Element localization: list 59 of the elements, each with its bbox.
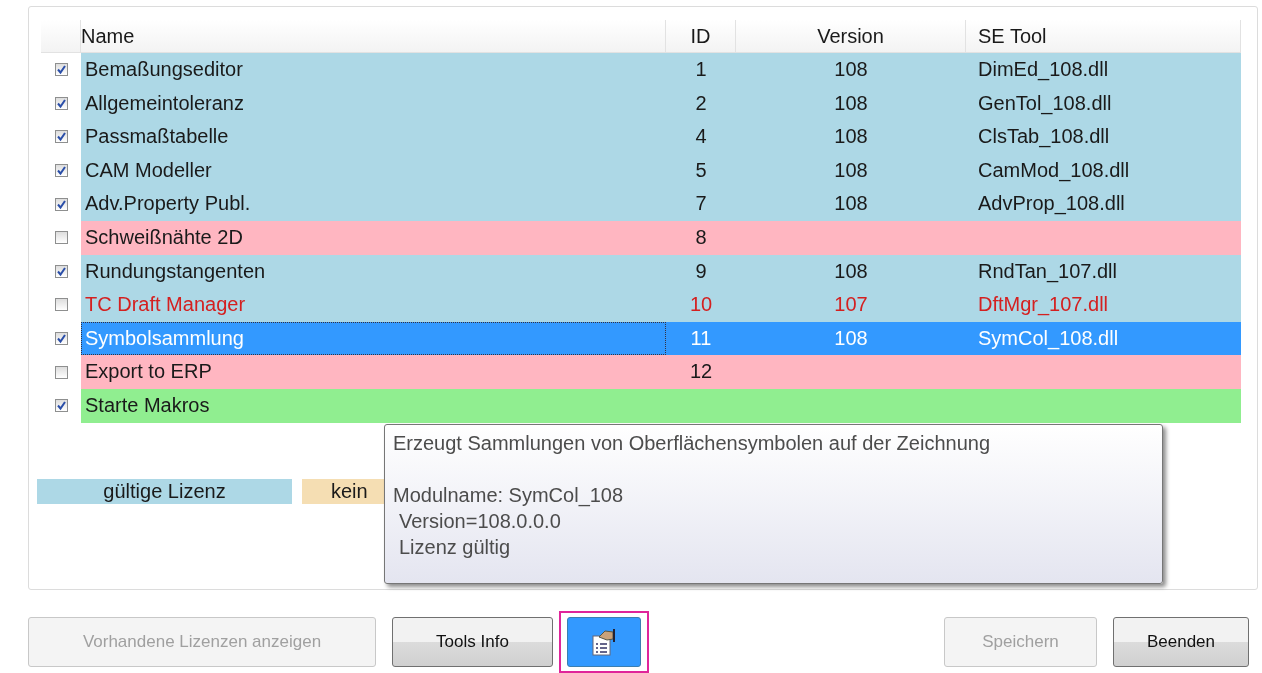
name-cell[interactable]: Rundungstangenten	[81, 254, 666, 289]
tool-cell: SymCol_108.dll	[966, 321, 1241, 356]
column-header[interactable]: Version	[736, 20, 966, 53]
tool-button[interactable]	[567, 617, 641, 667]
checkbox[interactable]	[54, 63, 68, 77]
action-button[interactable]: Beenden	[1113, 617, 1249, 667]
id-cell: 9	[666, 254, 736, 289]
checkbox[interactable]	[54, 164, 68, 178]
checkbox[interactable]	[54, 399, 68, 413]
id-cell: 5	[666, 153, 736, 188]
legend-swatch: gültige Lizenz	[37, 478, 292, 504]
id-cell: 2	[666, 86, 736, 121]
tool-cell: GenTol_108.dll	[966, 86, 1241, 121]
name-cell[interactable]: Schweißnähte 2D	[81, 220, 666, 255]
checkbox[interactable]	[54, 231, 68, 245]
header-cell	[41, 20, 81, 53]
column-header[interactable]: ID	[666, 20, 736, 53]
name-cell[interactable]: Allgemeintoleranz	[81, 86, 666, 121]
tooltip-text: Lizenz gültig	[398, 535, 512, 560]
tool-cell: RndTan_107.dll	[966, 254, 1241, 289]
id-cell: 8	[666, 220, 736, 255]
action-button[interactable]: Tools Info	[392, 617, 553, 667]
version-cell: 108	[736, 254, 966, 289]
id-cell: 10	[666, 288, 736, 322]
version-cell: 108	[736, 153, 966, 188]
checkbox[interactable]	[54, 197, 68, 211]
checkbox[interactable]	[54, 332, 68, 346]
name-cell[interactable]: Starte Makros	[81, 388, 666, 423]
checkbox[interactable]	[54, 96, 68, 110]
id-cell: 4	[666, 120, 736, 154]
name-cell[interactable]: Bemaßungseditor	[81, 53, 666, 87]
version-cell: 108	[736, 86, 966, 121]
version-cell: 108	[736, 321, 966, 356]
tooltip-text: Version=108.0.0.0	[398, 509, 562, 534]
version-cell: 107	[736, 288, 966, 322]
tooltip-text: Modulname: SymCol_108	[393, 483, 625, 508]
tool-cell: DimEd_108.dll	[966, 53, 1241, 87]
id-cell: 7	[666, 187, 736, 221]
tool-cell: AdvProp_108.dll	[966, 187, 1241, 221]
id-cell: 11	[666, 321, 736, 356]
tool-cell: DftMgr_107.dll	[966, 288, 1241, 322]
column-header[interactable]: SE Tool	[966, 20, 1241, 53]
checkbox[interactable]	[54, 365, 68, 379]
version-cell: 108	[736, 53, 966, 87]
version-cell: 108	[736, 120, 966, 154]
name-cell[interactable]: Passmaßtabelle	[81, 120, 666, 154]
name-cell[interactable]: Export to ERP	[81, 355, 666, 389]
name-cell[interactable]: CAM Modeller	[81, 153, 666, 188]
id-cell: 1	[666, 53, 736, 87]
checkbox[interactable]	[54, 298, 68, 312]
version-cell: 108	[736, 187, 966, 221]
tool-cell: ClsTab_108.dll	[966, 120, 1241, 154]
column-header[interactable]: Name	[81, 20, 666, 53]
checkbox[interactable]	[54, 264, 68, 278]
tool-cell: CamMod_108.dll	[966, 153, 1241, 188]
tooltip-text: Erzeugt Sammlungen von Oberflächensymbolen auf der Zeichnung	[393, 431, 991, 456]
id-cell: 12	[666, 355, 736, 389]
name-cell[interactable]: Adv.Property Publ.	[81, 187, 666, 221]
checkbox[interactable]	[54, 130, 68, 144]
